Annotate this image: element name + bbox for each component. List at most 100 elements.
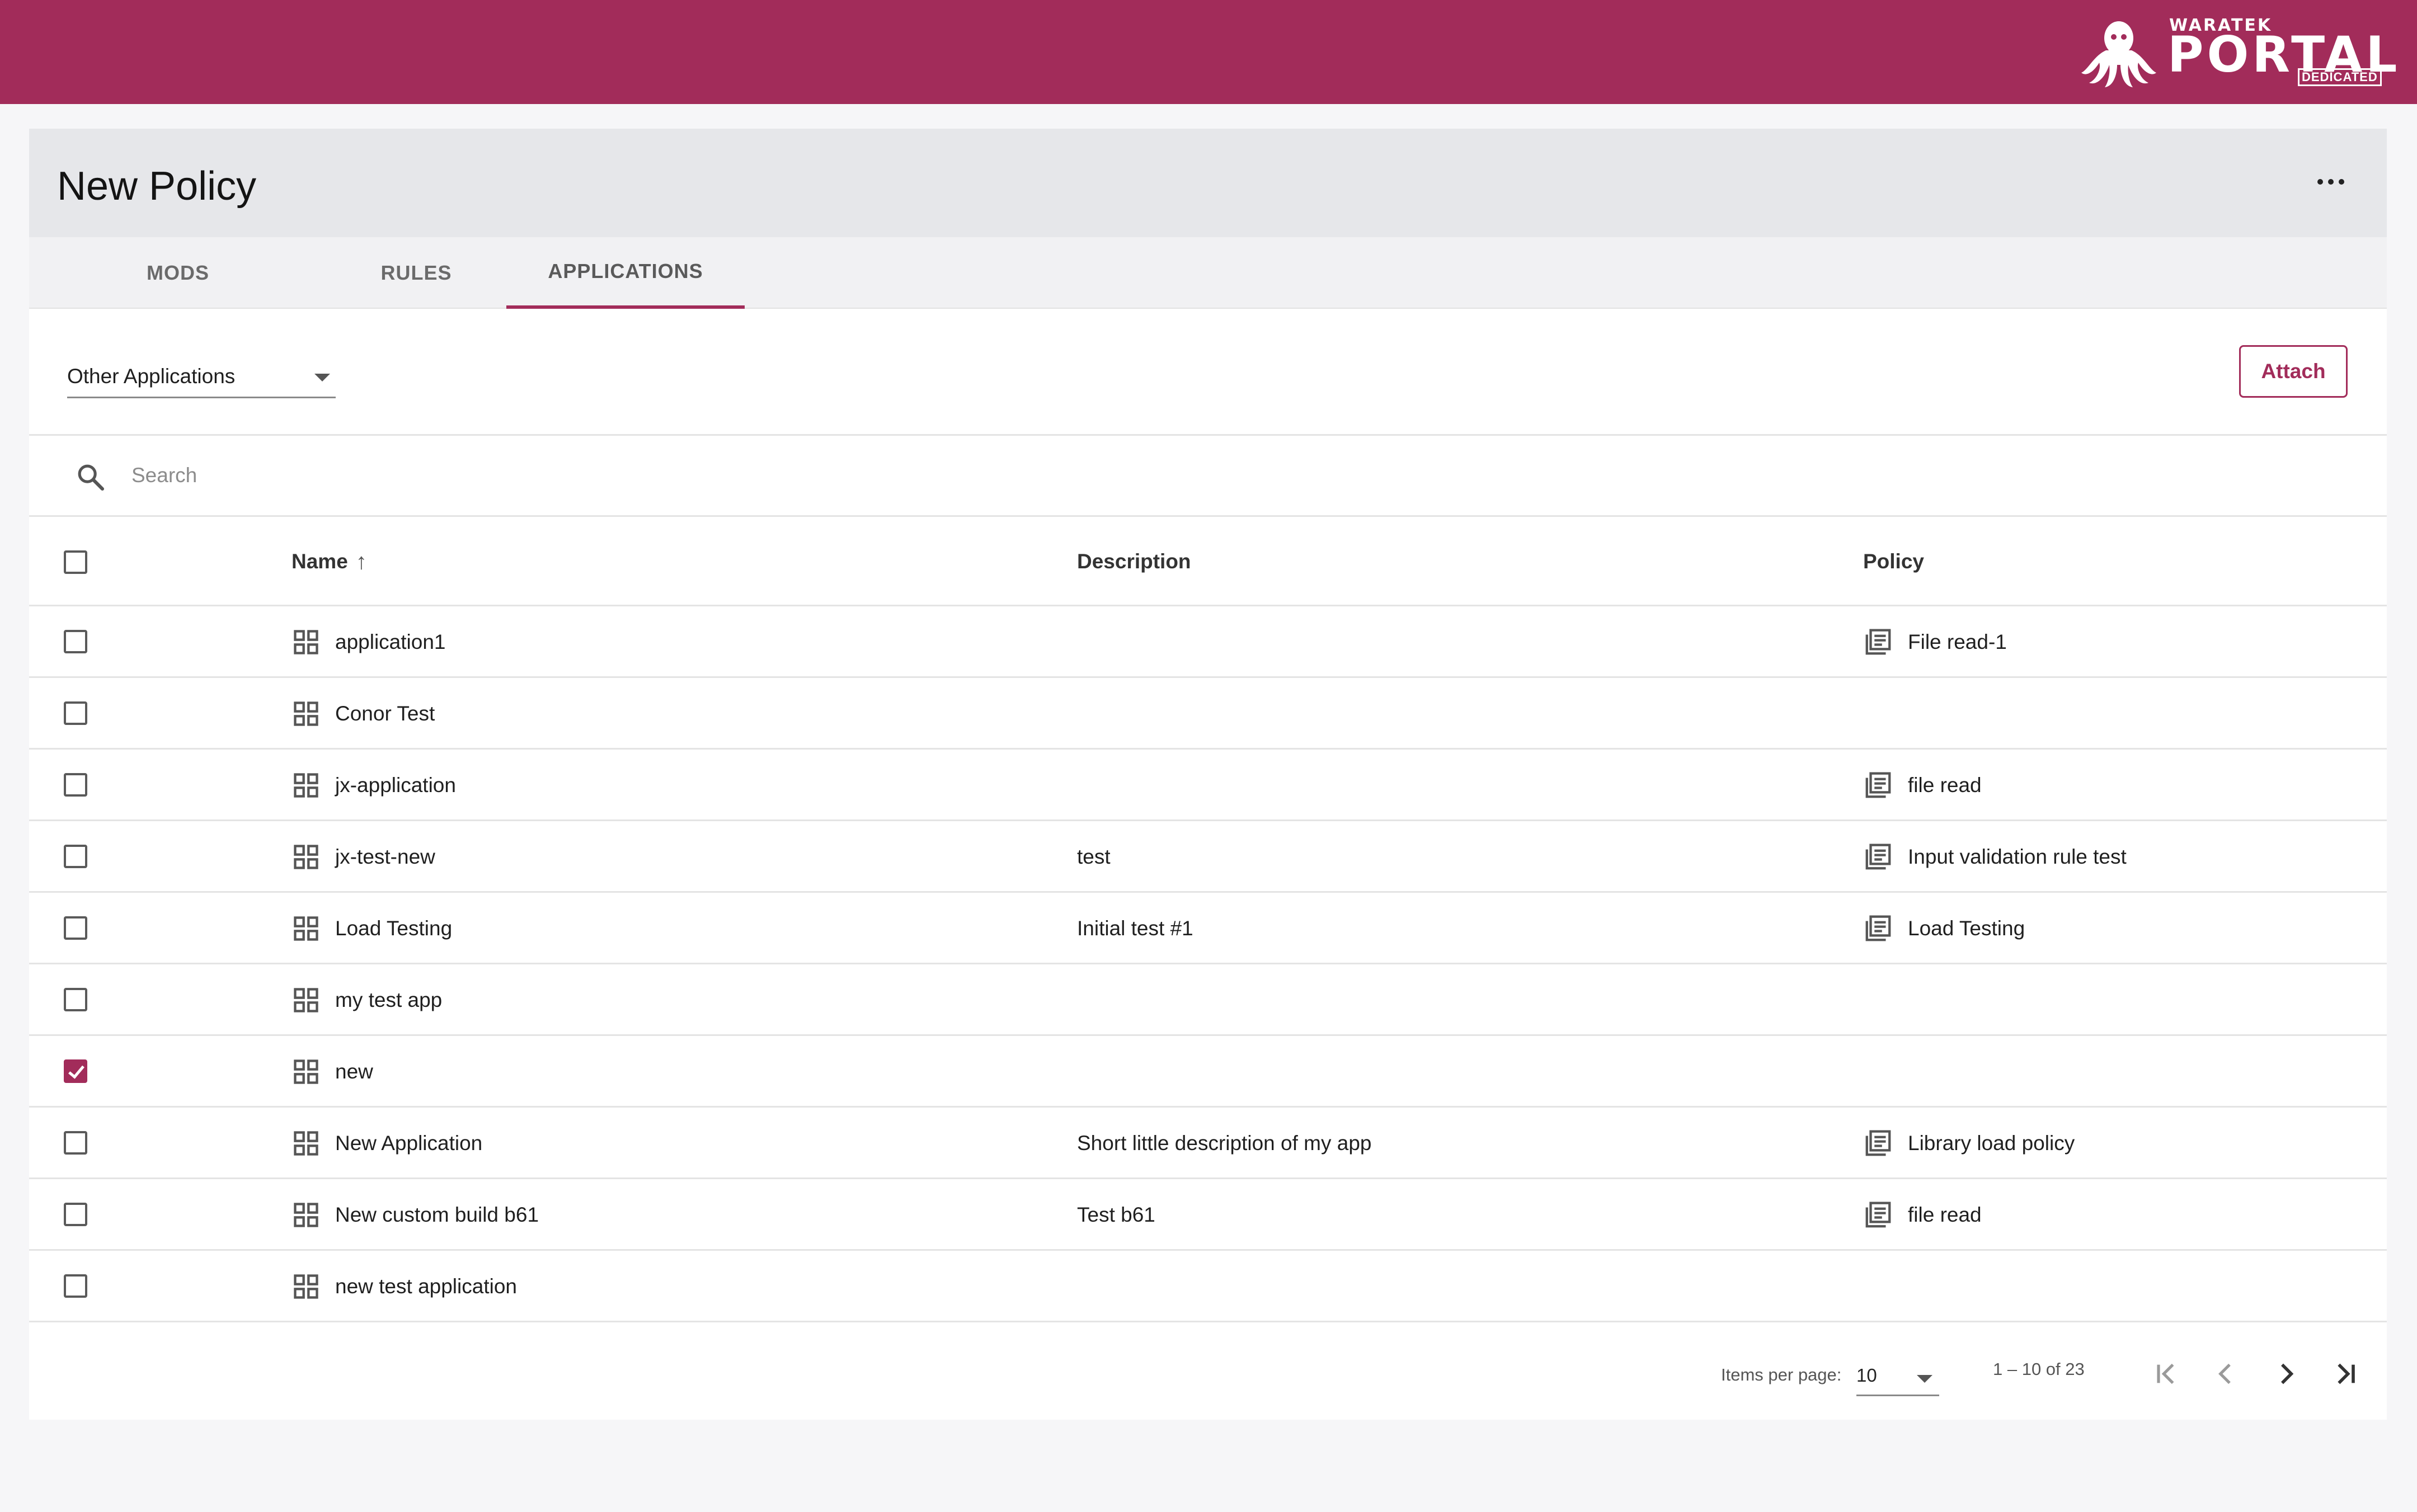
description-cell: test (1077, 821, 1111, 893)
previous-page-button[interactable] (2203, 1351, 2248, 1396)
table-row[interactable]: New custom build b61 Test b61 file read (29, 1179, 2387, 1251)
application-filter-value: Other Applications (67, 365, 236, 388)
name-cell: new (291, 1036, 373, 1108)
description-cell: Test b61 (1077, 1179, 1155, 1251)
app-grid-icon (294, 701, 318, 726)
row-checkbox[interactable] (64, 1131, 87, 1155)
policy-cell: Input validation rule test (1863, 821, 2127, 893)
app-grid-icon (294, 1274, 318, 1299)
application-name: my test app (335, 988, 443, 1011)
application-name: Conor Test (335, 702, 435, 725)
app-grid-icon (294, 773, 318, 798)
tab-applications[interactable]: APPLICATIONS (506, 237, 745, 309)
application-filter-select[interactable]: Other Applications (67, 352, 336, 398)
select-all-checkbox[interactable] (64, 550, 87, 574)
application-description: Initial test #1 (1077, 917, 1193, 940)
policy-document-icon (1865, 1202, 1891, 1228)
policy-card: New Policy MODS RULES APPLICATIONS Other… (29, 129, 2387, 1420)
table-row[interactable]: my test app (29, 964, 2387, 1036)
tab-rules[interactable]: RULES (297, 237, 535, 309)
row-checkbox[interactable] (64, 988, 87, 1011)
table-row[interactable]: jx-application file read (29, 750, 2387, 821)
policy-document-icon (1865, 629, 1891, 655)
application-description: Test b61 (1077, 1203, 1155, 1226)
more-options-button[interactable] (2314, 173, 2348, 190)
table-row[interactable]: new test application (29, 1251, 2387, 1322)
description-cell: Initial test #1 (1077, 893, 1193, 964)
policy-cell: file read (1863, 1179, 1982, 1251)
policy-name: file read (1908, 1203, 1982, 1226)
chevron-right-icon (2281, 1363, 2294, 1384)
brand-tag: DEDICATED (2298, 68, 2382, 86)
next-page-button[interactable] (2264, 1351, 2308, 1396)
search-bar (29, 434, 2387, 517)
search-input[interactable] (131, 456, 971, 495)
application-name: application1 (335, 630, 446, 653)
items-per-page-value: 10 (1856, 1365, 1877, 1386)
table-header: Name ↑ Description Policy (29, 517, 2387, 606)
items-per-page-select[interactable]: 10 (1856, 1357, 1939, 1396)
app-grid-icon (294, 916, 318, 941)
card-header: New Policy (29, 129, 2387, 237)
tab-mods[interactable]: MODS (59, 237, 297, 309)
name-cell: Load Testing (291, 893, 452, 964)
name-cell: my test app (291, 964, 442, 1036)
row-checkbox[interactable] (64, 1203, 87, 1226)
name-cell: New custom build b61 (291, 1179, 539, 1251)
policy-cell: file read (1863, 750, 1982, 821)
app-grid-icon (294, 1059, 318, 1084)
chevron-down-icon (314, 374, 330, 381)
app-grid-icon (294, 845, 318, 869)
more-dot (2328, 179, 2334, 185)
name-cell: New Application (291, 1108, 482, 1179)
policy-cell: Load Testing (1863, 893, 2025, 964)
description-column-header: Description (1077, 550, 1191, 573)
application-description: test (1077, 845, 1111, 868)
first-page-icon (2157, 1363, 2174, 1384)
row-checkbox[interactable] (64, 701, 87, 725)
table-row[interactable]: jx-test-new test Input validation rule tes… (29, 821, 2387, 893)
sort-ascending-icon: ↑ (355, 549, 367, 574)
policy-cell: Library load policy (1863, 1108, 2075, 1179)
policy-cell: File read-1 (1863, 606, 2007, 678)
table-row[interactable]: new (29, 1036, 2387, 1108)
more-horizontal-icon (2317, 179, 2323, 185)
items-per-page-label: Items per page: (1721, 1365, 1842, 1384)
waratek-portal-logo[interactable]: WARATEK PORTAL DEDICATED (2077, 15, 2397, 91)
table-row[interactable]: New Application Short little description … (29, 1108, 2387, 1179)
table-row[interactable]: Conor Test (29, 678, 2387, 750)
name-cell: jx-application (291, 750, 456, 821)
last-page-button[interactable] (2323, 1351, 2368, 1396)
attach-button[interactable]: Attach (2239, 345, 2348, 398)
octopus-logo-icon (2081, 21, 2156, 87)
policy-document-icon (1865, 844, 1891, 870)
name-cell: application1 (291, 606, 445, 678)
policy-column-header: Policy (1863, 550, 1924, 573)
table-row[interactable]: application1 File read-1 (29, 606, 2387, 678)
row-checkbox[interactable] (64, 773, 87, 797)
policy-name: File read-1 (1908, 630, 2007, 653)
row-checkbox[interactable] (64, 1059, 87, 1083)
policy-document-icon (1865, 1130, 1891, 1156)
row-checkbox[interactable] (64, 1274, 87, 1298)
search-icon (78, 464, 105, 491)
name-header-label: Name (291, 550, 348, 573)
application-description: Short little description of my app (1077, 1132, 1372, 1155)
row-checkbox[interactable] (64, 845, 87, 868)
application-name: New Application (335, 1132, 483, 1155)
first-page-button[interactable] (2144, 1351, 2189, 1396)
application-name: new test application (335, 1275, 517, 1298)
app-grid-icon (294, 1203, 318, 1227)
name-cell: jx-test-new (291, 821, 435, 893)
name-column-header[interactable]: Name ↑ (291, 517, 367, 606)
policy-name: file read (1908, 774, 1982, 797)
description-cell: Short little description of my app (1077, 1108, 1371, 1179)
table-row[interactable]: Load Testing Initial test #1 Load Testing (29, 893, 2387, 964)
row-checkbox[interactable] (64, 630, 87, 653)
name-cell: new test application (291, 1251, 517, 1322)
page-range-label: 1 – 10 of 23 (1993, 1359, 2085, 1379)
policy-name: Input validation rule test (1908, 845, 2127, 868)
row-checkbox[interactable] (64, 916, 87, 940)
application-name: Load Testing (335, 917, 453, 940)
policy-name: Library load policy (1908, 1132, 2075, 1155)
